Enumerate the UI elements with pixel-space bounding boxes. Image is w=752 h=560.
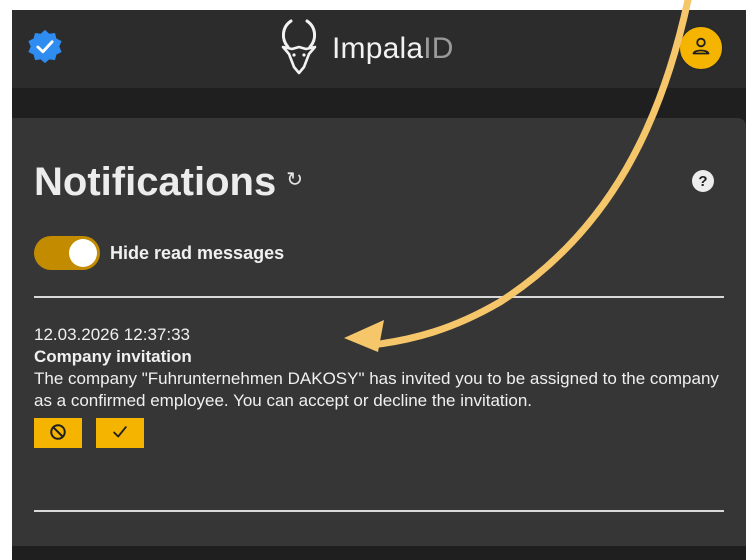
brand-main: Impala bbox=[332, 32, 424, 65]
verified-badge-icon[interactable] bbox=[26, 28, 64, 66]
divider-bottom bbox=[34, 510, 724, 512]
help-icon[interactable]: ? bbox=[692, 170, 714, 192]
top-bar: ImpalaID bbox=[12, 10, 746, 88]
brand-suffix: ID bbox=[423, 32, 454, 65]
brand-logo[interactable]: ImpalaID bbox=[274, 16, 454, 82]
toggle-label: Hide read messages bbox=[110, 242, 285, 263]
notifications-panel: Notifications ↻ ? Hide read messages 12.… bbox=[12, 118, 746, 546]
brand-name: ImpalaID bbox=[332, 32, 454, 66]
accept-button[interactable] bbox=[96, 418, 144, 448]
hide-read-toggle-row: Hide read messages bbox=[34, 236, 284, 270]
notification-item: 12.03.2026 12:37:33 Company invitation T… bbox=[34, 324, 724, 448]
check-icon bbox=[111, 423, 129, 444]
notification-body: The company "Fuhrunternehmen DAKOSY" has… bbox=[34, 369, 719, 410]
app-window: ImpalaID Notifications ↻ ? Hide read mes… bbox=[12, 10, 746, 560]
notification-title: Company invitation bbox=[34, 347, 192, 366]
decline-icon bbox=[49, 423, 67, 444]
page-title: Notifications bbox=[34, 160, 277, 204]
notification-actions bbox=[34, 418, 724, 448]
user-icon bbox=[689, 34, 713, 63]
hide-read-toggle[interactable] bbox=[34, 236, 100, 270]
notification-timestamp: 12.03.2026 12:37:33 bbox=[34, 325, 190, 344]
toggle-knob bbox=[69, 239, 97, 267]
bottom-bar bbox=[12, 546, 746, 560]
divider-top bbox=[34, 296, 724, 298]
impala-head-icon bbox=[274, 17, 324, 82]
user-menu-button[interactable] bbox=[678, 25, 724, 71]
title-row: Notifications ↻ bbox=[34, 160, 303, 205]
decline-button[interactable] bbox=[34, 418, 82, 448]
refresh-icon[interactable]: ↻ bbox=[286, 167, 303, 192]
